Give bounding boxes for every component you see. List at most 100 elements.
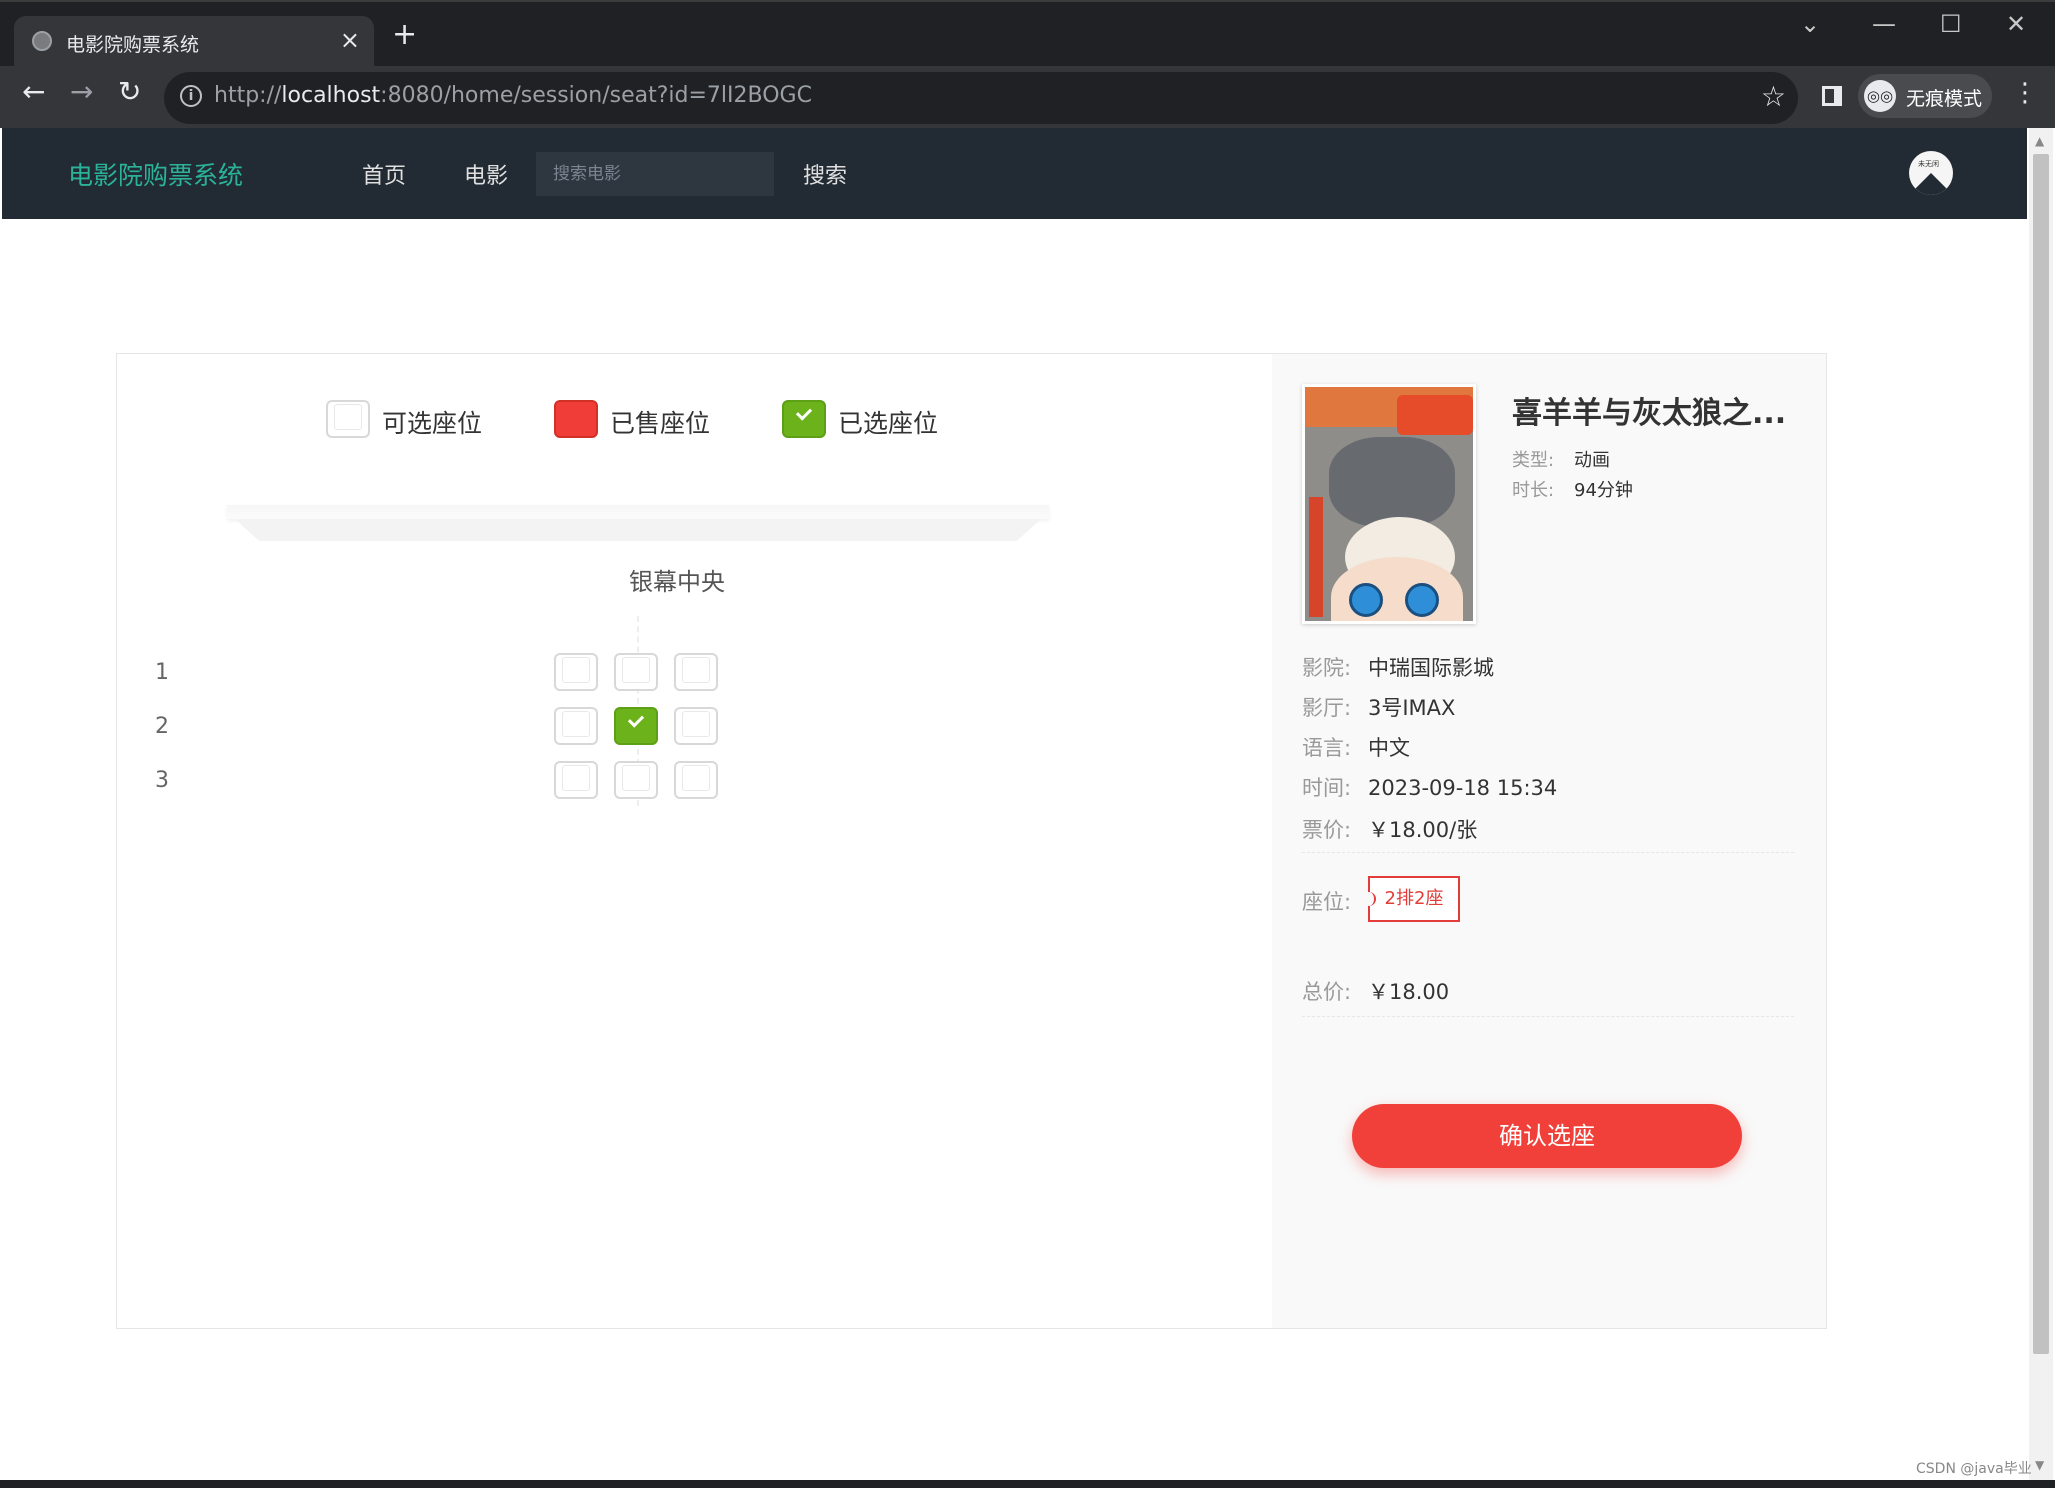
confirm-seat-button[interactable]: 确认选座 <box>1352 1104 1742 1168</box>
side-panel-icon[interactable] <box>1822 86 1842 106</box>
duration-value: 94分钟 <box>1574 480 1633 501</box>
genre-label: 类型: <box>1512 450 1555 471</box>
selected-seat-icon <box>782 400 826 438</box>
language-value: 中文 <box>1368 736 1410 760</box>
scroll-down-icon[interactable]: ▼ <box>2035 1458 2044 1472</box>
time-label: 时间: <box>1302 776 1352 800</box>
scrollbar-thumb[interactable] <box>2033 154 2049 1354</box>
hall-label: 影厅: <box>1302 696 1352 720</box>
incognito-icon: ◎◎ <box>1864 80 1896 112</box>
price-value: ￥18.00/张 <box>1368 818 1478 842</box>
cinema-value: 中瑞国际影城 <box>1368 656 1494 680</box>
reload-icon[interactable]: ↻ <box>118 78 141 106</box>
selected-seat-ticket[interactable]: 2排2座 <box>1362 876 1460 922</box>
poster-eye-right <box>1405 583 1439 617</box>
language-label: 语言: <box>1302 736 1352 760</box>
divider <box>1302 1016 1794 1017</box>
seat-1-3[interactable] <box>674 653 718 691</box>
divider <box>1302 852 1794 853</box>
price-row: 票价: ￥18.00/张 <box>1302 814 1477 844</box>
seat-2-1[interactable] <box>554 707 598 745</box>
bookmark-star-icon[interactable]: ☆ <box>1761 80 1786 113</box>
address-bar[interactable]: i http://localhost:8080/home/session/sea… <box>164 72 1798 124</box>
site-header: 电影院购票系统 首页 电影 搜索 未无闲 <box>2 128 2027 219</box>
browser-menu-icon[interactable]: ⋮ <box>2012 78 2038 108</box>
poster-wolf <box>1329 437 1455 527</box>
avatar-text: 未无闲 <box>1918 160 1939 168</box>
page-scrollbar[interactable]: ▲ ▼ <box>2029 128 2053 1480</box>
tab-title: 电影院购票系统 <box>66 34 200 56</box>
nav-movies[interactable]: 电影 <box>464 158 508 190</box>
seat-1-1[interactable] <box>554 653 598 691</box>
check-icon <box>795 404 813 421</box>
forward-icon[interactable]: → <box>70 78 93 106</box>
seat-map-area: 可选座位 已售座位 已选座位 银幕中央 1 2 3 <box>117 354 1272 1328</box>
url-text[interactable]: http://localhost:8080/home/session/seat?… <box>214 83 812 108</box>
seat-2-3[interactable] <box>674 707 718 745</box>
watermark: CSDN @java毕业 <box>1916 1461 2032 1477</box>
site-brand[interactable]: 电影院购票系统 <box>68 156 243 192</box>
cinema-row: 影院: 中瑞国际影城 <box>1302 652 1494 682</box>
seat-row: 座位: <box>1302 886 1368 916</box>
tab-search-icon[interactable]: ⌄ <box>1800 10 1820 38</box>
nav-home[interactable]: 首页 <box>362 158 406 190</box>
browser-toolbar: ← → ↻ i http://localhost:8080/home/sessi… <box>0 66 2055 128</box>
movie-poster[interactable] <box>1302 384 1476 624</box>
hall-row: 影厅: 3号IMAX <box>1302 692 1455 722</box>
browser-tab[interactable]: 电影院购票系统 × <box>14 16 374 68</box>
legend-selected-label: 已选座位 <box>838 409 939 438</box>
seat-selection-card: 可选座位 已售座位 已选座位 银幕中央 1 2 3 喜羊羊与灰太狼之... 类型… <box>116 353 1827 1329</box>
window-bottom-edge <box>0 1480 2055 1488</box>
duration-label: 时长: <box>1512 480 1555 501</box>
search-input[interactable] <box>536 152 774 196</box>
legend-available-label: 可选座位 <box>382 409 483 438</box>
total-row: 总价: ￥18.00 <box>1302 976 1449 1006</box>
seat-3-2[interactable] <box>614 761 658 799</box>
page-viewport: 电影院购票系统 首页 电影 搜索 未无闲 可选座位 已售座位 已选座位 <box>2 128 2027 1480</box>
genre-value: 动画 <box>1574 450 1610 471</box>
seat-label: 座位: <box>1302 890 1352 914</box>
incognito-badge[interactable]: ◎◎ 无痕模式 <box>1858 74 1992 118</box>
seat-3-3[interactable] <box>674 761 718 799</box>
row-number-1: 1 <box>155 660 169 685</box>
price-label: 票价: <box>1302 818 1352 842</box>
cinema-label: 影院: <box>1302 656 1352 680</box>
screen-surface <box>227 505 1049 519</box>
browser-tabstrip: 电影院购票系统 × + ⌄ — ☐ ✕ <box>0 0 2055 68</box>
row-number-3: 3 <box>155 768 169 793</box>
seat-3-1[interactable] <box>554 761 598 799</box>
check-icon <box>627 711 645 728</box>
window-close-icon[interactable]: ✕ <box>2006 10 2026 38</box>
sold-seat-icon <box>554 400 598 438</box>
back-icon[interactable]: ← <box>22 78 45 106</box>
screen-center-label: 银幕中央 <box>629 568 725 596</box>
movie-title: 喜羊羊与灰太狼之... <box>1512 396 1787 431</box>
avatar[interactable]: 未无闲 <box>1909 151 1953 195</box>
minimize-icon[interactable]: — <box>1872 10 1896 38</box>
poster-eye-left <box>1349 583 1383 617</box>
total-value: ￥18.00 <box>1368 980 1450 1004</box>
close-tab-icon[interactable]: × <box>340 26 360 54</box>
poster-title-badge <box>1397 395 1473 435</box>
cinema-screen <box>227 505 1049 543</box>
avatar-mountain-icon <box>1909 173 1953 195</box>
maximize-icon[interactable]: ☐ <box>1940 10 1962 38</box>
language-row: 语言: 中文 <box>1302 732 1410 762</box>
hall-value: 3号IMAX <box>1368 696 1456 720</box>
movie-genre: 类型: 动画 <box>1512 446 1610 472</box>
available-seat-icon <box>326 400 370 438</box>
seat-2-2[interactable] <box>614 707 658 745</box>
total-label: 总价: <box>1302 980 1352 1004</box>
search-button[interactable]: 搜索 <box>803 158 847 190</box>
globe-icon <box>32 31 52 51</box>
time-value: 2023-09-18 15:34 <box>1368 776 1558 800</box>
site-info-icon[interactable]: i <box>180 85 202 107</box>
new-tab-icon[interactable]: + <box>392 20 417 50</box>
time-row: 时间: 2023-09-18 15:34 <box>1302 772 1557 802</box>
incognito-label: 无痕模式 <box>1906 88 1983 110</box>
scroll-up-icon[interactable]: ▲ <box>2035 134 2044 148</box>
screen-base <box>235 519 1041 541</box>
seat-1-2[interactable] <box>614 653 658 691</box>
movie-duration: 时长: 94分钟 <box>1512 476 1633 502</box>
row-number-2: 2 <box>155 714 169 739</box>
